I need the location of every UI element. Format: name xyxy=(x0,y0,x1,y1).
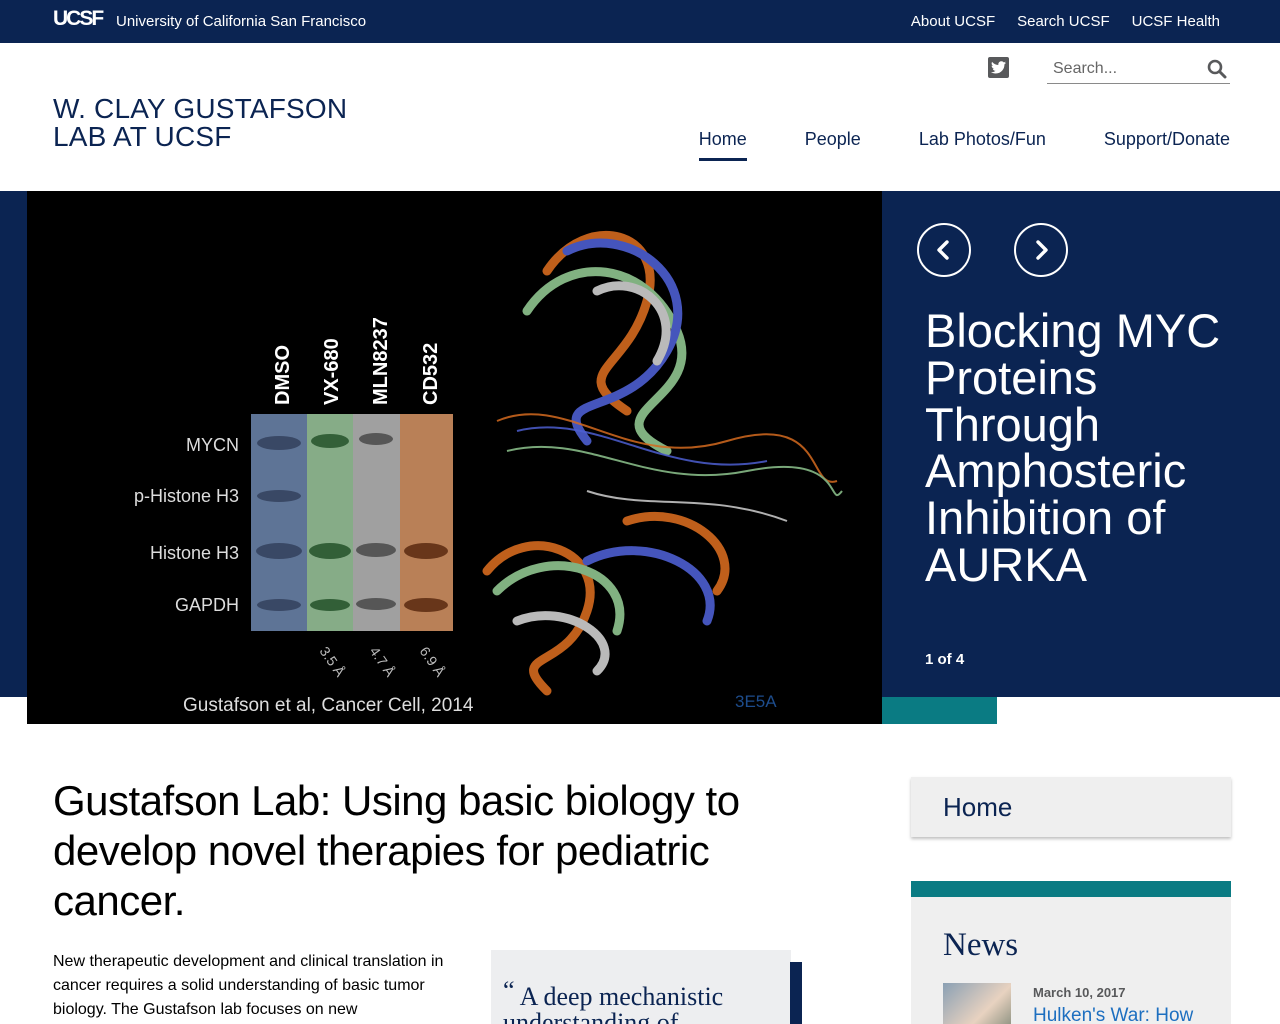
utility-links: About UCSF Search UCSF UCSF Health xyxy=(911,13,1220,30)
ucsf-top-bar: UCSF University of California San Franci… xyxy=(0,0,1280,43)
site-title-line2: LAB AT UCSF xyxy=(53,121,232,152)
search-icon[interactable] xyxy=(1207,59,1227,84)
nav-home[interactable]: Home xyxy=(698,129,747,161)
lane-label-dmso: DMSO xyxy=(272,345,294,405)
resolution-label: 6.9 Å xyxy=(417,644,449,680)
sidebar-item-home[interactable]: Home xyxy=(943,792,1012,823)
nav-support-donate[interactable]: Support/Donate xyxy=(1104,129,1230,161)
row-label-phistone: p-Histone H3 xyxy=(134,486,239,506)
main-navigation: Home People Lab Photos/Fun Support/Donat… xyxy=(698,129,1230,161)
nav-lab-photos[interactable]: Lab Photos/Fun xyxy=(919,129,1046,161)
slide-title[interactable]: Blocking MYC Proteins Through Amphosteri… xyxy=(925,307,1255,589)
news-heading: News xyxy=(943,927,1019,963)
site-title-line1: W. CLAY GUSTAFSON xyxy=(53,93,348,124)
news-thumbnail[interactable] xyxy=(943,983,1011,1024)
about-ucsf-link[interactable]: About UCSF xyxy=(911,13,995,30)
row-label-mycn: MYCN xyxy=(186,435,239,455)
slide-counter: 1 of 4 xyxy=(925,651,965,668)
pdb-id-label: 3E5A xyxy=(735,692,777,711)
chevron-right-icon xyxy=(1036,240,1048,260)
page-headline: Gustafson Lab: Using basic biology to de… xyxy=(53,777,740,924)
chevron-left-icon xyxy=(937,240,949,260)
row-label-gapdh: GAPDH xyxy=(175,595,239,615)
lane-label-mln8237: MLN8237 xyxy=(370,317,392,405)
lane-label-cd532: CD532 xyxy=(420,343,442,405)
news-block: News March 10, 2017 Hulken's War: How xyxy=(911,881,1231,1024)
row-label-histone: Histone H3 xyxy=(150,543,239,563)
news-date: March 10, 2017 xyxy=(1033,985,1126,1000)
lane-label-vx680: VX-680 xyxy=(321,338,343,405)
resolution-label: 3.5 Å xyxy=(317,644,349,680)
previous-slide-button[interactable] xyxy=(917,223,971,277)
western-blot-figure: DMSO VX-680 MLN8237 CD532 MYCN p-Histone… xyxy=(134,231,843,716)
quote-mark-icon: “ xyxy=(503,976,515,1005)
pull-quote-text: “ A deep mechanistic understanding of xyxy=(503,978,783,1024)
search-ucsf-link[interactable]: Search UCSF xyxy=(1017,13,1110,30)
resolution-label: 4.7 Å xyxy=(367,644,399,680)
intro-paragraph: New therapeutic development and clinical… xyxy=(53,953,444,1018)
ucsf-health-link[interactable]: UCSF Health xyxy=(1132,13,1220,30)
site-title[interactable]: W. CLAY GUSTAFSON LAB AT UCSF xyxy=(53,95,347,151)
site-search xyxy=(1047,56,1230,84)
next-slide-button[interactable] xyxy=(1014,223,1068,277)
news-item-link[interactable]: Hulken's War: How xyxy=(1033,1005,1193,1024)
twitter-icon[interactable] xyxy=(988,57,1009,78)
slide-caption-panel: Blocking MYC Proteins Through Amphosteri… xyxy=(882,191,1280,697)
quote-body: A deep mechanistic understanding of xyxy=(503,982,724,1024)
nav-people[interactable]: People xyxy=(805,129,861,161)
search-input[interactable] xyxy=(1053,60,1203,78)
pull-quote-accent xyxy=(790,962,802,1024)
figure-citation: Gustafson et al, Cancer Cell, 2014 xyxy=(183,695,474,716)
hero-slide-image: DMSO VX-680 MLN8237 CD532 MYCN p-Histone… xyxy=(27,191,882,724)
slide-accent-strip xyxy=(882,697,997,724)
sidebar-menu: Home xyxy=(911,777,1231,837)
ucsf-logo[interactable]: UCSF xyxy=(53,7,104,31)
university-name: University of California San Francisco xyxy=(116,13,367,30)
